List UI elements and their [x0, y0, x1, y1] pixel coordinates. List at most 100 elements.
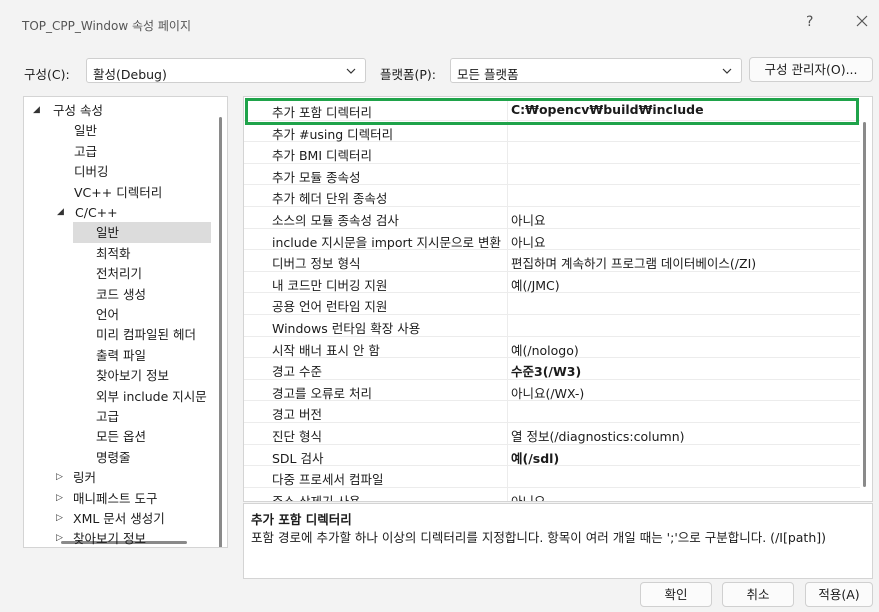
configuration-row: 구성(C): 활성(Debug) 플랫폼(P): 모든 플랫폼 구성 관리자(O…	[0, 57, 879, 85]
property-value[interactable]: 수준3(/W3)	[511, 361, 581, 380]
config-select[interactable]: 활성(Debug)	[86, 58, 366, 83]
configuration-manager-button[interactable]: 구성 관리자(O)...	[749, 57, 873, 82]
property-row[interactable]: 시작 배너 표시 안 함 예(/nologo)	[244, 336, 860, 359]
cancel-button[interactable]: 취소	[722, 582, 794, 607]
caret-expanded-icon[interactable]: ◢	[33, 100, 40, 121]
property-name: 디버그 정보 형식	[272, 256, 361, 272]
property-grid[interactable]: 추가 포함 디렉터리 C:₩opencv₩build₩include 추가 #usi…	[243, 96, 873, 502]
column-divider	[507, 444, 508, 466]
property-row[interactable]: Windows 런타임 확장 사용	[244, 315, 860, 337]
property-row[interactable]: 추가 BMI 디렉터리	[244, 142, 860, 164]
column-divider	[507, 250, 508, 271]
property-row[interactable]: 추가 모듈 종속성	[244, 163, 860, 186]
tree-item[interactable]: 외부 include 지시문	[24, 386, 214, 407]
property-value[interactable]: 아니요(/WX-)	[511, 383, 584, 402]
description-panel: 추가 포함 디렉터리 포함 경로에 추가할 하나 이상의 디렉터리를 지정합니다…	[243, 503, 873, 579]
grid-vertical-scrollbar[interactable]	[863, 122, 866, 487]
ok-button[interactable]: 확인	[640, 582, 712, 607]
property-row[interactable]: 다중 프로세서 컴파일	[244, 466, 860, 488]
property-name: 경고 수준	[272, 364, 322, 380]
tree-item[interactable]: 고급	[24, 141, 214, 162]
property-value[interactable]: 예(/nologo)	[511, 340, 579, 359]
column-divider	[507, 336, 508, 358]
property-row[interactable]: 디버그 정보 형식 편집하며 계속하기 프로그램 데이터베이스(/ZI)	[244, 250, 860, 272]
property-name: include 지시문을 import 지시문으로 변환	[272, 234, 501, 250]
property-row[interactable]: 내 코드만 디버깅 지원 예(/JMC)	[244, 271, 860, 294]
tree-item-label: 모든 옵션	[96, 429, 146, 445]
caret-collapsed-icon[interactable]: ▷	[56, 467, 63, 488]
tree-item[interactable]: 언어	[24, 304, 214, 325]
property-row[interactable]: 진단 형식 열 정보(/diagnostics:column)	[244, 423, 860, 445]
property-value[interactable]: 편집하며 계속하기 프로그램 데이터베이스(/ZI)	[511, 253, 756, 272]
property-value[interactable]: 아니요	[511, 232, 546, 251]
tree-item[interactable]: 코드 생성	[24, 284, 214, 305]
caret-collapsed-icon[interactable]: ▷	[56, 488, 63, 509]
property-name: 다중 프로세서 컴파일	[272, 472, 384, 488]
property-value[interactable]: 예(/JMC)	[511, 275, 560, 294]
property-name: 추가 #using 디렉터리	[272, 126, 394, 142]
property-row[interactable]: 추가 헤더 단위 종속성	[244, 185, 860, 207]
tree-item-label: 외부 include 지시문	[96, 388, 207, 404]
property-tree[interactable]: ◢ 구성 속성 일반 고급 디버깅 VC++ 디렉터리 ◢ C/C++ 일반 최적화 전처리기 코드 …	[23, 96, 228, 548]
tree-item-label: VC++ 디렉터리	[74, 184, 163, 200]
tree-item[interactable]: 전처리기	[24, 263, 214, 284]
property-row[interactable]: SDL 검사 예(/sdl)	[244, 444, 860, 467]
tree-item[interactable]: 명령줄	[24, 447, 214, 468]
caret-collapsed-icon[interactable]: ▷	[56, 508, 63, 529]
tree-item[interactable]: ◢ C/C++	[24, 202, 214, 223]
tree-item[interactable]: 최적화	[24, 243, 214, 264]
chevron-down-icon	[346, 68, 356, 74]
caret-collapsed-icon[interactable]: ▷	[56, 528, 63, 547]
tree-item[interactable]: ▷ XML 문서 생성기	[24, 508, 214, 529]
apply-button[interactable]: 적용(A)	[805, 582, 873, 607]
property-row[interactable]: 주소 삭제기 사용 아니요	[244, 487, 860, 501]
tree-item[interactable]: ◢ 구성 속성	[24, 100, 214, 121]
property-value[interactable]: 예(/sdl)	[511, 448, 559, 467]
tree-item[interactable]: ▷ 링커	[24, 467, 214, 488]
window-title: TOP_CPP_Window 속성 페이지	[22, 19, 192, 33]
tree-item[interactable]: 출력 파일	[24, 345, 214, 366]
tree-item[interactable]: 일반	[24, 120, 214, 141]
property-name: 진단 형식	[272, 429, 322, 444]
tree-item-label: 찾아보기 정보	[96, 368, 169, 384]
close-icon[interactable]	[852, 11, 872, 31]
tree-item-label: 전처리기	[96, 266, 143, 282]
tree-item[interactable]: 디버깅	[24, 161, 214, 182]
tree-item[interactable]: 모든 옵션	[24, 426, 214, 447]
column-divider	[507, 379, 508, 401]
property-value[interactable]: 아니요	[511, 210, 546, 229]
tree-item[interactable]: VC++ 디렉터리	[24, 182, 214, 203]
description-title: 추가 포함 디렉터리	[251, 512, 352, 527]
platform-value: 모든 플랫폼	[457, 67, 519, 82]
tree-item[interactable]: 미리 컴파일된 헤더	[24, 324, 214, 345]
description-text: 포함 경로에 추가할 하나 이상의 디렉터리를 지정합니다. 항목이 여러 개일…	[251, 530, 827, 545]
property-value[interactable]: 열 정보(/diagnostics:column)	[511, 426, 685, 445]
title-bar: TOP_CPP_Window 속성 페이지 ?	[0, 0, 879, 44]
tree-item-label: 매니페스트 도구	[73, 490, 158, 506]
tree-item[interactable]: 고급	[24, 406, 214, 427]
column-divider	[507, 293, 508, 314]
tree-item[interactable]: ▷ 매니페스트 도구	[24, 488, 214, 509]
tree-item-label: 링커	[73, 470, 97, 486]
platform-select[interactable]: 모든 플랫폼	[450, 58, 742, 83]
tree-item-label: 최적화	[96, 245, 131, 261]
property-name: 추가 헤더 단위 종속성	[272, 191, 388, 207]
tree-item[interactable]: 일반	[73, 222, 211, 244]
caret-expanded-icon[interactable]: ◢	[57, 202, 64, 223]
tree-item-label: 일반	[96, 225, 120, 241]
tree-vertical-scrollbar[interactable]	[219, 117, 222, 547]
property-row[interactable]: 경고를 오류로 처리 아니요(/WX-)	[244, 379, 860, 402]
property-name: 경고를 오류로 처리	[272, 385, 372, 401]
property-name: Windows 런타임 확장 사용	[272, 321, 421, 336]
property-value[interactable]: 아니요	[511, 491, 546, 501]
property-row[interactable]: 공용 언어 런타임 지원	[244, 293, 860, 315]
chevron-down-icon	[722, 68, 732, 74]
property-row[interactable]: include 지시문을 import 지시문으로 변환 아니요	[244, 228, 860, 251]
property-row[interactable]: 경고 버전	[244, 401, 860, 423]
property-row[interactable]: 경고 수준 수준3(/W3)	[244, 358, 860, 380]
property-row[interactable]: 소스의 모듈 종속성 검사 아니요	[244, 207, 860, 229]
column-divider	[507, 315, 508, 336]
tree-item[interactable]: 찾아보기 정보	[24, 365, 214, 386]
tree-item[interactable]: ▷ 찾아보기 정보	[24, 528, 214, 547]
help-icon[interactable]: ?	[806, 14, 813, 30]
